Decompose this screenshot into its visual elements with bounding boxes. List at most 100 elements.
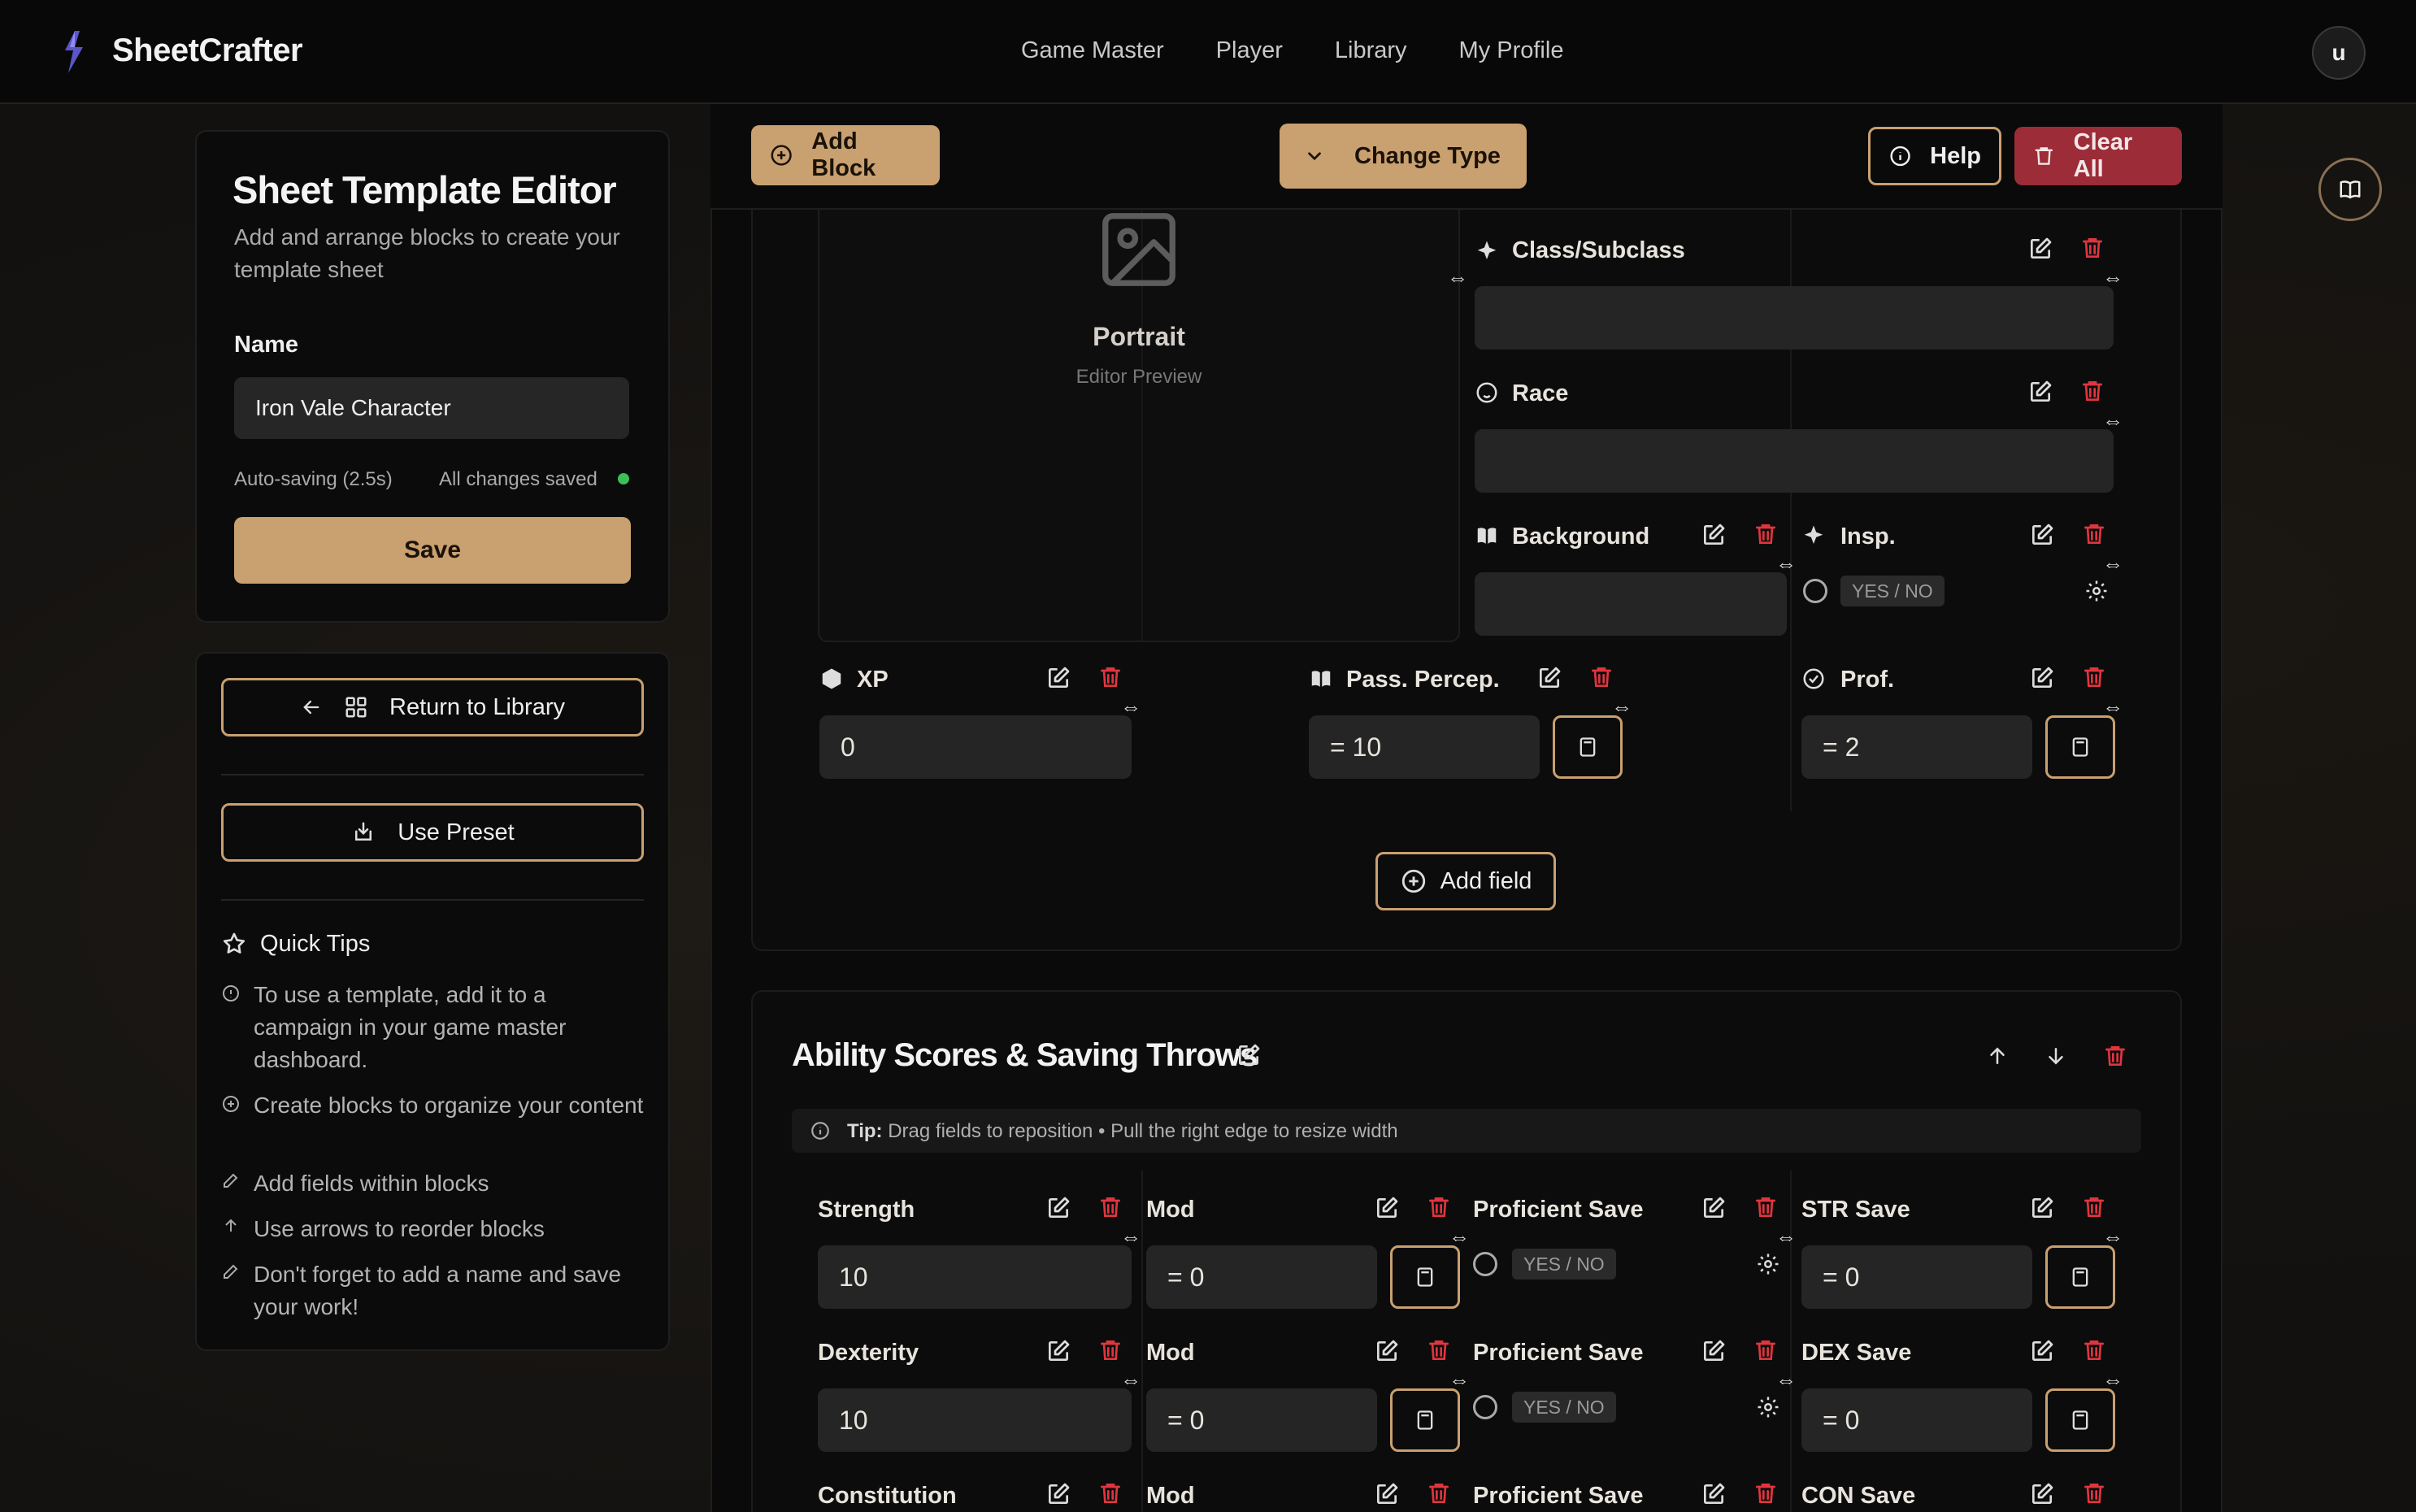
inspiration-checkbox[interactable] [1803, 579, 1827, 603]
trash-icon[interactable] [1097, 1479, 1123, 1507]
inspiration-label: Insp. [1840, 524, 1896, 550]
tip-prefix: Tip: [847, 1120, 883, 1142]
edit-icon[interactable] [2029, 665, 2055, 691]
trash-icon[interactable] [1097, 1193, 1123, 1221]
calculator-icon [1580, 737, 1596, 757]
str-save-input[interactable]: = 0 [1801, 1245, 2032, 1309]
edit-icon[interactable] [1701, 1195, 1727, 1221]
proficiency-input[interactable]: = 2 [1801, 715, 2032, 779]
calculator-button[interactable] [1390, 1388, 1460, 1452]
add-block-button[interactable]: Add Block [751, 125, 940, 185]
class-subclass-label: Class/Subclass [1512, 237, 1685, 263]
trash-icon[interactable] [1753, 1479, 1779, 1507]
proficient-save-checkbox[interactable] [1473, 1395, 1497, 1419]
trash-icon[interactable] [2079, 234, 2105, 262]
rules-reference-button[interactable] [2318, 158, 2382, 221]
dex-save-input[interactable]: = 0 [1801, 1388, 2032, 1452]
trash-icon[interactable] [1097, 663, 1123, 691]
trash-icon[interactable] [1097, 1336, 1123, 1364]
edit-icon[interactable] [2029, 1195, 2055, 1221]
calculator-button[interactable] [2045, 1388, 2115, 1452]
background-input[interactable] [1475, 572, 1787, 636]
change-type-button[interactable]: Change Type [1280, 124, 1527, 189]
calculator-button[interactable] [1390, 1245, 1460, 1309]
mod-input[interactable]: = 0 [1146, 1245, 1377, 1309]
calculator-button[interactable] [2045, 1245, 2115, 1309]
edit-icon[interactable] [1701, 1481, 1727, 1507]
edit-icon[interactable] [1045, 1195, 1071, 1221]
race-input[interactable] [1475, 429, 2114, 493]
logo-icon [65, 31, 83, 73]
str-save-label: STR Save [1801, 1197, 1910, 1223]
edit-icon[interactable] [1045, 1338, 1071, 1364]
info-icon [811, 1122, 829, 1140]
brand-name[interactable]: SheetCrafter [112, 33, 303, 69]
help-button[interactable]: Help [1868, 127, 2001, 185]
edit-icon[interactable] [1236, 1042, 1262, 1068]
trash-icon[interactable] [1426, 1336, 1452, 1364]
import-icon [355, 822, 372, 841]
nav-my-profile[interactable]: My Profile [1459, 37, 1564, 64]
resize-handle[interactable]: ⇔ [1447, 265, 1468, 290]
clear-all-button[interactable]: Clear All [2014, 127, 2182, 185]
avatar[interactable]: u [2312, 26, 2366, 80]
gear-icon[interactable] [2084, 579, 2109, 603]
trash-icon[interactable] [1426, 1193, 1452, 1221]
use-preset-button[interactable]: Use Preset [221, 803, 644, 862]
edit-icon[interactable] [1374, 1481, 1400, 1507]
plus-circle-icon [223, 1096, 239, 1112]
trash-icon[interactable] [1753, 1336, 1779, 1364]
proficient-save-checkbox[interactable] [1473, 1252, 1497, 1276]
strength-input[interactable]: 10 [818, 1245, 1132, 1309]
edit-icon[interactable] [1701, 522, 1727, 548]
top-navbar: SheetCrafter Game Master Player Library … [0, 0, 2416, 104]
resize-handle[interactable]: ⇔ [1775, 1224, 1797, 1249]
nav-player[interactable]: Player [1216, 37, 1283, 64]
save-button[interactable]: Save [234, 517, 631, 584]
trash-icon[interactable] [1588, 663, 1614, 691]
edit-icon[interactable] [2027, 236, 2053, 262]
background-label: Background [1512, 524, 1650, 550]
trash-icon[interactable] [2081, 1193, 2107, 1221]
xp-input[interactable]: 0 [819, 715, 1132, 779]
plus-circle-icon [771, 145, 792, 166]
nav-library[interactable]: Library [1335, 37, 1407, 64]
nav-game-master[interactable]: Game Master [1021, 37, 1164, 64]
edit-icon[interactable] [1374, 1195, 1400, 1221]
edit-icon[interactable] [1374, 1338, 1400, 1364]
return-to-library-button[interactable]: Return to Library [221, 678, 644, 736]
trash-icon[interactable] [1753, 1193, 1779, 1221]
edit-icon[interactable] [2029, 522, 2055, 548]
mod-input[interactable]: = 0 [1146, 1388, 1377, 1452]
edit-icon[interactable] [1701, 1338, 1727, 1364]
clear-all-label: Clear All [2073, 129, 2133, 182]
edit-icon[interactable] [1536, 665, 1562, 691]
trash-icon[interactable] [1753, 520, 1779, 548]
edit-icon[interactable] [2029, 1338, 2055, 1364]
trash-icon[interactable] [1426, 1479, 1452, 1507]
edit-icon[interactable] [1045, 665, 1071, 691]
arrow-down-icon[interactable] [2044, 1044, 2068, 1068]
edit-icon[interactable] [2029, 1481, 2055, 1507]
resize-handle[interactable]: ⇔ [2102, 551, 2123, 576]
gear-icon[interactable] [1756, 1395, 1780, 1419]
class-subclass-input[interactable] [1475, 286, 2114, 350]
trash-icon[interactable] [2102, 1042, 2128, 1070]
dexterity-input[interactable]: 10 [818, 1388, 1132, 1452]
add-field-button[interactable]: Add field [1375, 852, 1556, 910]
template-name-input[interactable] [234, 377, 629, 439]
calculator-button[interactable] [2045, 715, 2115, 779]
trash-icon[interactable] [2081, 663, 2107, 691]
trash-icon[interactable] [2081, 1479, 2107, 1507]
edit-icon[interactable] [2027, 379, 2053, 405]
trash-icon[interactable] [2081, 1336, 2107, 1364]
calculator-button[interactable] [1553, 715, 1623, 779]
gear-icon[interactable] [1756, 1252, 1780, 1276]
trash-icon[interactable] [2081, 520, 2107, 548]
proficient-save-label: Proficient Save [1473, 1197, 1644, 1223]
passive-perception-input[interactable]: = 10 [1309, 715, 1540, 779]
arrow-up-icon[interactable] [1985, 1044, 2010, 1068]
edit-icon[interactable] [1045, 1481, 1071, 1507]
trash-icon[interactable] [2079, 377, 2105, 405]
resize-handle[interactable]: ⇔ [1775, 1367, 1797, 1393]
